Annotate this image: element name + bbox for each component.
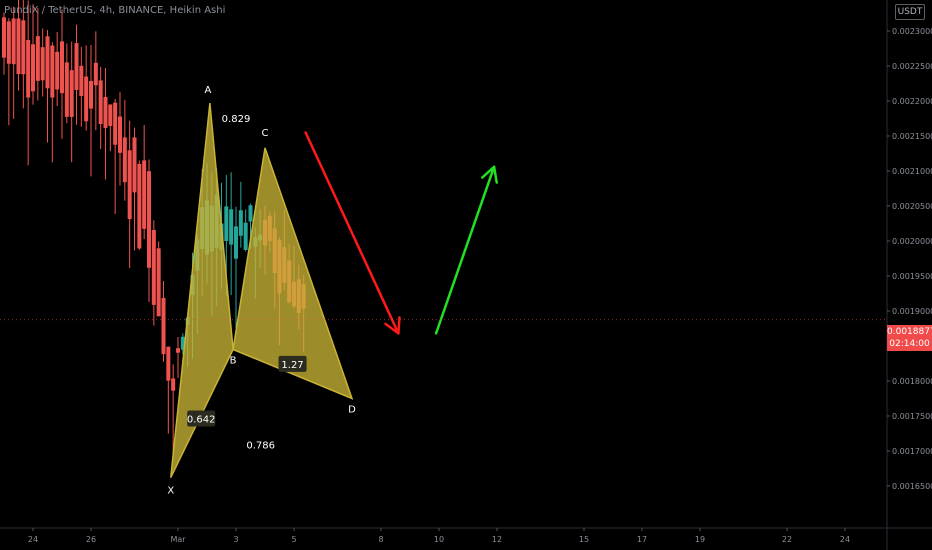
- y-tick-label: 0.0016500: [892, 482, 932, 491]
- ratio-label: 0.829: [222, 114, 251, 125]
- pattern-point-a: A: [204, 85, 211, 96]
- x-tick-label: 3: [233, 535, 238, 544]
- y-tick-label: 0.0020000: [892, 237, 932, 246]
- chart-title: PundiX / TetherUS, 4h, BINANCE, Heikin A…: [4, 5, 226, 16]
- candle-body: [60, 41, 64, 94]
- arrow-up-shaft: [434, 165, 496, 335]
- candle-body: [156, 248, 161, 317]
- candle-body: [127, 150, 132, 220]
- y-tick-label: 0.0023000: [892, 27, 932, 36]
- candle-body: [21, 20, 26, 75]
- x-tick-label: 12: [492, 535, 502, 544]
- candle-body: [55, 51, 60, 90]
- candle-body: [74, 43, 79, 90]
- candle-body: [79, 65, 84, 96]
- candle-body: [132, 137, 137, 193]
- ratio-label: 0.786: [246, 440, 275, 451]
- candle-body: [234, 226, 238, 259]
- candle-body: [122, 137, 127, 183]
- price-chart[interactable]: 0.0023000 0.0022500 0.0022000 0.0021500 0.00…: [0, 0, 932, 550]
- pattern-point-c: C: [262, 128, 269, 139]
- y-tick-label: 0.0017500: [892, 412, 932, 421]
- y-tick-label: 0.0020500: [892, 202, 932, 211]
- candle-body: [137, 163, 142, 249]
- candle-body: [166, 346, 171, 381]
- x-tick-label: 24: [28, 535, 38, 544]
- x-tick-label: 5: [291, 535, 296, 544]
- candle-body: [26, 39, 31, 98]
- y-tick-label: 0.0022500: [892, 62, 932, 71]
- candle-body: [147, 171, 151, 268]
- candle-body: [40, 47, 45, 81]
- y-tick-label: 0.0022000: [892, 97, 932, 106]
- candle-body: [238, 210, 243, 236]
- x-tick-label: Mar: [170, 535, 186, 544]
- candle-body: [103, 96, 108, 128]
- y-tick-label: 0.0021500: [892, 132, 932, 141]
- candle-body: [16, 18, 21, 75]
- candle-body: [171, 378, 176, 391]
- y-tick-label: 0.0018000: [892, 377, 932, 386]
- candle-body: [98, 80, 103, 125]
- pattern-point-d: D: [348, 405, 356, 416]
- x-tick-label: 22: [782, 535, 792, 544]
- candle-body: [224, 206, 229, 242]
- candle-body: [2, 17, 6, 58]
- currency-button[interactable]: USDT: [895, 4, 925, 20]
- candle-body: [151, 230, 156, 305]
- y-tick-label: 0.0021000: [892, 167, 932, 176]
- candle-body: [142, 160, 147, 229]
- candle-body: [84, 76, 89, 122]
- pattern-point-b: B: [230, 356, 237, 367]
- x-tick-label: 26: [86, 535, 96, 544]
- candle-body: [161, 297, 166, 355]
- candle-body: [64, 62, 69, 117]
- candle-body: [93, 62, 98, 86]
- y-tick-label: 0.0017000: [892, 447, 932, 456]
- candle-body: [6, 21, 11, 64]
- candle-body: [176, 348, 180, 353]
- x-tick-label: 8: [378, 535, 383, 544]
- candle-body: [50, 45, 55, 98]
- x-tick-label: 15: [579, 535, 589, 544]
- candle-body: [248, 205, 253, 222]
- candle-body: [113, 102, 118, 145]
- last-price-tag: 0.0018877 02:14:00: [887, 325, 932, 351]
- last-price-countdown: 02:14:00: [889, 339, 930, 349]
- candle-body: [229, 209, 234, 245]
- candle-body: [35, 36, 40, 81]
- candle-body: [45, 36, 50, 89]
- last-price-value: 0.0018877: [887, 327, 932, 337]
- candle-body: [118, 116, 122, 153]
- y-tick-label: 0.0019000: [892, 307, 932, 316]
- candle-body: [108, 104, 113, 126]
- candle-body: [31, 44, 35, 92]
- candle-body: [11, 18, 16, 65]
- x-tick-label: 10: [434, 535, 444, 544]
- ratio-label: 1.27: [281, 360, 303, 371]
- x-tick-label: 24: [840, 535, 850, 544]
- ratio-label: 0.642: [187, 415, 216, 426]
- candle-body: [243, 222, 248, 250]
- x-tick-label: 19: [695, 535, 705, 544]
- pattern-point-x: X: [167, 486, 174, 497]
- x-tick-label: 17: [637, 535, 647, 544]
- y-tick-label: 0.0019500: [892, 272, 932, 281]
- candle-body: [89, 81, 93, 109]
- candle-body: [69, 70, 74, 117]
